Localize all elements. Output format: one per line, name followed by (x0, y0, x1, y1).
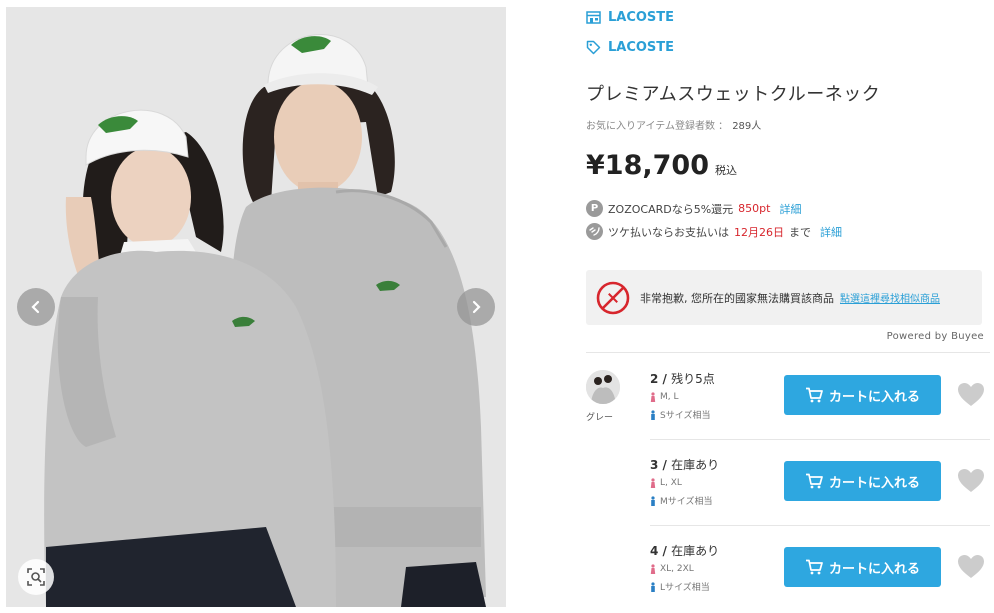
divider (650, 525, 990, 526)
favorites-label: お気に入りアイテム登録者数 ： (586, 121, 729, 132)
zozocard-points: 850pt (738, 202, 771, 215)
variant-fit: Lサイズ相当 (650, 580, 710, 593)
zozocard-text: ZOZOCARDなら5%還元 (608, 202, 734, 216)
variant-size-stock: 4 / 在庫あり (650, 542, 719, 559)
divider (586, 352, 990, 353)
divider (650, 439, 990, 440)
variant-size-stock: 3 / 在庫あり (650, 456, 719, 473)
zozocard-detail-link[interactable]: 詳細 (779, 201, 801, 217)
heart-icon[interactable] (957, 554, 985, 579)
variant-fit: Mサイズ相当 (650, 494, 713, 507)
product-price: ¥18,700 (586, 150, 709, 181)
variant-row: 3 / 在庫あり L, XL Mサイズ相当 カートに入れる (650, 456, 990, 518)
heart-icon[interactable] (957, 382, 985, 407)
buyee-message: 非常抱歉, 您所在的國家無法購買該商品 (640, 291, 834, 305)
pay-later-detail-link[interactable]: 詳細 (820, 224, 842, 240)
variant-fit-text: Lサイズ相当 (660, 583, 710, 593)
variant-sizes-text: L, XL (660, 478, 682, 488)
variant-stock: 在庫あり (671, 544, 720, 558)
points-icon: P (586, 200, 603, 217)
color-thumbnail-image (586, 370, 620, 404)
tag-icon (586, 40, 601, 55)
no-purchase-icon (596, 281, 630, 314)
male-icon (651, 409, 655, 420)
pay-later-promo: ツケ払いならお支払いは 12月26日 まで 詳細 (586, 223, 842, 240)
pay-later-text-post: まで (789, 225, 811, 239)
next-image-button[interactable] (457, 288, 495, 326)
buyee-notice: 非常抱歉, 您所在的國家無法購買該商品 點選這裡尋找相似商品 (586, 270, 982, 325)
product-info-panel: LACOSTE LACOSTE プレミアムスウェットクルーネック お気に入りアイ… (586, 0, 990, 613)
female-icon (650, 392, 656, 402)
add-to-cart-button[interactable]: カートに入れる (784, 375, 941, 415)
zoom-icon (27, 568, 45, 586)
brand-name[interactable]: LACOSTE (608, 40, 674, 55)
product-photo (6, 7, 506, 607)
female-icon (650, 564, 656, 574)
variant-sizes-text: XL, 2XL (660, 564, 694, 574)
variant-sizes: M, L (650, 392, 679, 402)
add-to-cart-label: カートに入れる (828, 475, 920, 491)
favorites-count: お気に入りアイテム登録者数 ： 289人 (586, 117, 761, 132)
tsuke-icon (589, 227, 600, 236)
powered-by-buyee: Powered by Buyee (886, 331, 984, 342)
shop-link[interactable]: LACOSTE (586, 10, 674, 25)
chevron-right-icon (472, 300, 481, 314)
color-name: グレー (586, 413, 614, 423)
cart-icon (805, 473, 823, 489)
add-to-cart-label: カートに入れる (828, 561, 920, 577)
variant-size-stock: 2 / 残り5点 (650, 370, 715, 387)
variant-fit: Sサイズ相当 (650, 408, 710, 421)
variant-size: 2 / (650, 372, 672, 386)
variant-row: 4 / 在庫あり XL, 2XL Lサイズ相当 カートに入れる (650, 542, 990, 604)
zoom-button[interactable] (18, 559, 54, 595)
variant-sizes-text: M, L (660, 392, 679, 402)
favorites-number: 289人 (732, 121, 762, 132)
chevron-left-icon (31, 300, 40, 314)
add-to-cart-button[interactable]: カートに入れる (784, 461, 941, 501)
price-row: ¥18,700 税込 (586, 150, 737, 181)
heart-icon[interactable] (957, 468, 985, 493)
add-to-cart-button[interactable]: カートに入れる (784, 547, 941, 587)
zozocard-promo: P ZOZOCARDなら5%還元 850pt 詳細 (586, 200, 801, 217)
tax-label: 税込 (714, 164, 737, 177)
add-to-cart-label: カートに入れる (828, 389, 920, 405)
variant-stock: 在庫あり (671, 458, 720, 472)
variant-sizes: L, XL (650, 478, 682, 488)
shop-icon (586, 11, 601, 24)
cart-icon (805, 387, 823, 403)
pay-later-date: 12月26日 (734, 225, 784, 239)
variant-fit-text: Sサイズ相当 (660, 411, 711, 421)
variant-row: 2 / 残り5点 M, L Sサイズ相当 カートに入れる (650, 370, 990, 432)
male-icon (651, 495, 655, 506)
shop-name[interactable]: LACOSTE (608, 10, 674, 25)
product-title: プレミアムスウェットクルーネック (586, 84, 881, 105)
color-thumbnail[interactable] (586, 370, 620, 404)
pay-later-text-pre: ツケ払いならお支払いは (608, 225, 729, 239)
previous-image-button[interactable] (17, 288, 55, 326)
cart-icon (805, 559, 823, 575)
male-icon (651, 581, 655, 592)
pay-later-icon (586, 223, 603, 240)
variant-stock: 残り5点 (671, 372, 715, 386)
color-swatch[interactable]: グレー (586, 370, 620, 423)
variant-size: 3 / (650, 458, 672, 472)
find-similar-link[interactable]: 點選這裡尋找相似商品 (840, 290, 940, 305)
variant-sizes: XL, 2XL (650, 564, 694, 574)
female-icon (650, 478, 656, 488)
variant-size: 4 / (650, 544, 672, 558)
variant-fit-text: Mサイズ相当 (660, 497, 713, 507)
product-image-viewer[interactable] (6, 7, 506, 607)
brand-link[interactable]: LACOSTE (586, 40, 674, 55)
